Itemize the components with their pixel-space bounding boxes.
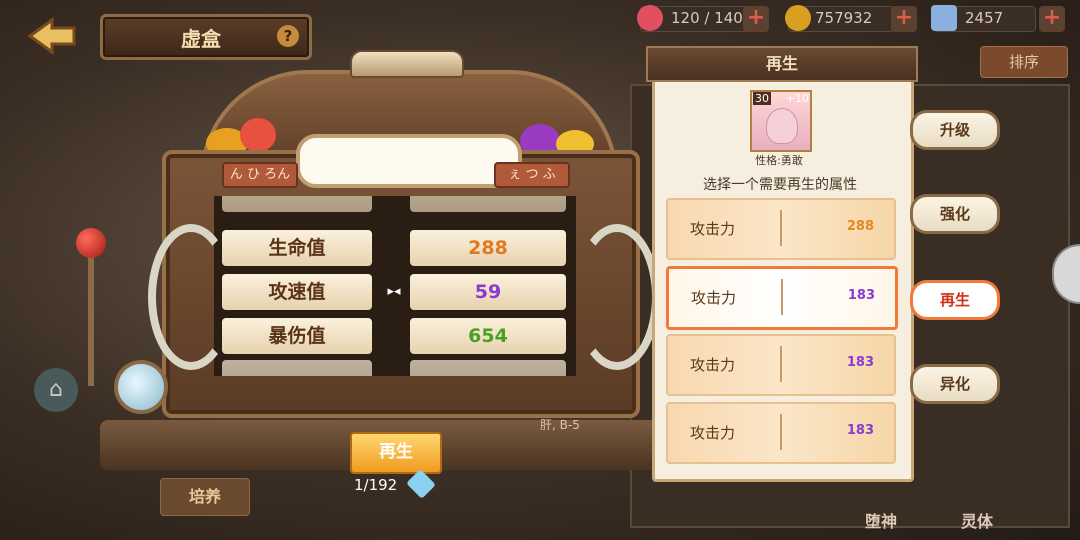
stat-row: 生命值 288: [214, 230, 576, 268]
lever-knob[interactable]: [76, 228, 106, 258]
option-label: 攻击力: [690, 356, 736, 374]
back-button[interactable]: [22, 14, 78, 58]
back-arrow-icon: [27, 17, 76, 55]
cultivate-button[interactable]: 培养: [160, 478, 250, 516]
name-plate: [296, 134, 522, 188]
machine-crown: [350, 50, 464, 78]
lever-stick: [88, 256, 94, 386]
character-card[interactable]: 30 +10: [750, 90, 812, 152]
selection-cursor-icon: ▸◂: [387, 284, 401, 299]
heart-icon: [637, 5, 663, 31]
gem-counter: 2457 +: [931, 5, 1065, 32]
tab-fallen-god[interactable]: 堕神: [846, 508, 916, 532]
regen-count: 1/192: [354, 476, 398, 494]
gold-counter: 757932 +: [785, 5, 917, 32]
attribute-option-selected[interactable]: 攻击力 183: [666, 266, 898, 330]
gem-value: 2457: [965, 9, 1004, 27]
add-gem-button[interactable]: +: [1039, 6, 1065, 32]
help-icon[interactable]: ?: [277, 25, 299, 47]
gauge-icon: [114, 360, 168, 414]
attribute-option[interactable]: 攻击力 288: [666, 198, 896, 260]
stat-row-partial-bottom: [214, 360, 576, 376]
tab-spirit[interactable]: 灵体: [942, 508, 1012, 532]
gold-value: 757932: [815, 9, 873, 27]
option-value: 183: [847, 288, 875, 303]
coin-icon: [785, 5, 811, 31]
add-gold-button[interactable]: +: [891, 6, 917, 32]
crystal-icon: [931, 5, 957, 31]
option-value: 288: [846, 219, 874, 234]
stat-row-partial-top: [214, 196, 576, 214]
add-stamina-button[interactable]: +: [743, 6, 769, 32]
option-label: 攻击力: [691, 289, 737, 307]
ornament-right-icon: [574, 224, 660, 370]
ornament-left-icon: [148, 224, 234, 370]
stat-name: 暴伤值: [222, 318, 372, 354]
background-label: 肝, B-5: [540, 418, 580, 432]
stat-value: 288: [410, 230, 566, 266]
instruction-text: 选择一个需要再生的属性: [703, 177, 857, 193]
card-level: 30: [753, 92, 771, 105]
card-plus-level: +10: [785, 92, 809, 105]
option-label: 攻击力: [690, 220, 736, 238]
option-value: 183: [846, 423, 874, 438]
sort-button[interactable]: 排序: [980, 46, 1068, 78]
regenerate-tab-button[interactable]: 再生: [910, 280, 1000, 320]
rune-tag-left: ん ひ ろん: [222, 162, 298, 188]
rune-tag-right: ぇ つ ふ: [494, 162, 570, 188]
mutate-button[interactable]: 异化: [910, 364, 1000, 404]
stat-row: 暴伤值 654: [214, 318, 576, 356]
stat-value: 654: [410, 318, 566, 354]
page-title: 虚盒: [181, 27, 221, 51]
character-portrait-icon: [766, 108, 798, 144]
attribute-option[interactable]: 攻击力 183: [666, 334, 896, 396]
apple-icon: [240, 118, 276, 152]
upgrade-button[interactable]: 升级: [910, 110, 1000, 150]
option-value: 183: [846, 355, 874, 370]
title-plate: 虚盒 ?: [100, 14, 312, 60]
stat-value: 59: [410, 274, 566, 310]
personality-label: 性格:勇敢: [755, 154, 803, 167]
enhance-button[interactable]: 强化: [910, 194, 1000, 234]
stat-name: 攻速值: [222, 274, 372, 310]
regenerate-button[interactable]: 再生: [350, 432, 442, 474]
stamina-value: 120 / 140: [671, 9, 743, 27]
home-icon: ⌂: [34, 368, 78, 412]
attribute-option[interactable]: 攻击力 183: [666, 402, 896, 464]
stamina-counter: 120 / 140 +: [637, 5, 769, 32]
panel-title: 再生: [646, 46, 918, 82]
option-label: 攻击力: [690, 424, 736, 442]
stat-name: 生命值: [222, 230, 372, 266]
